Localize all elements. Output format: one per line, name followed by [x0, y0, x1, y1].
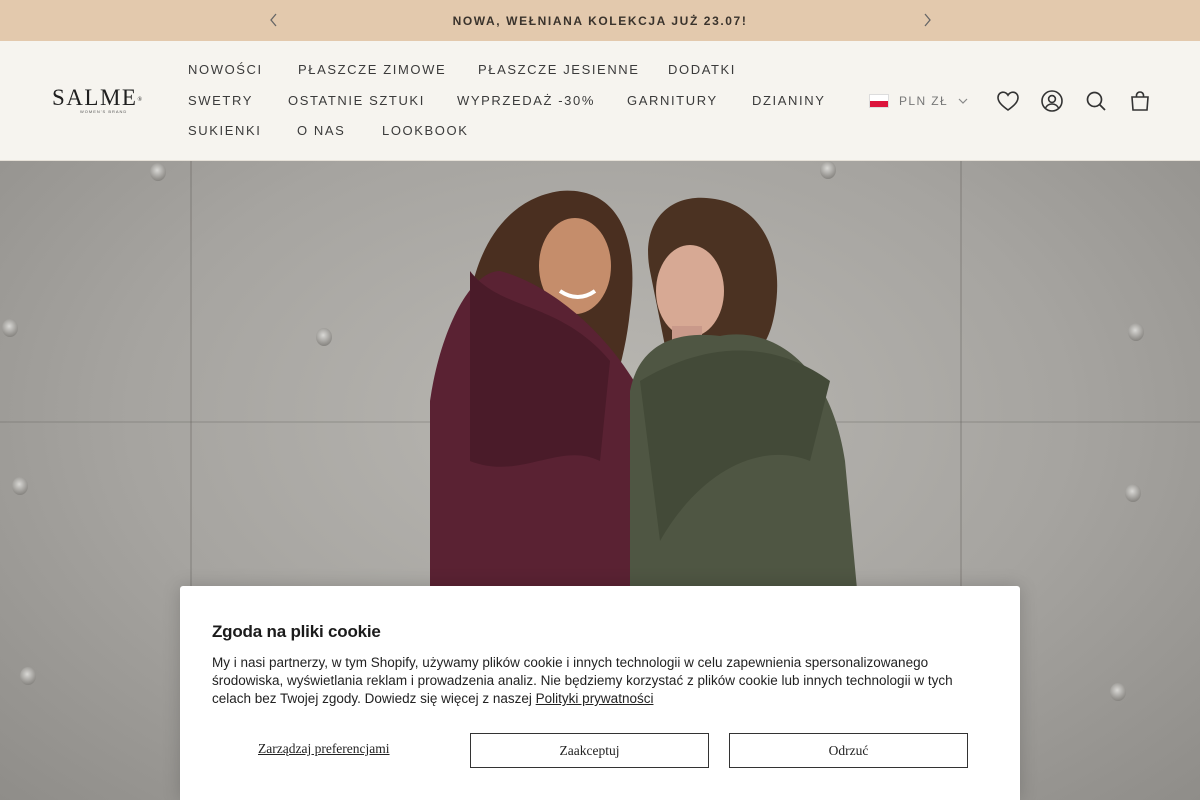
nav-item-lookbook[interactable]: LOOKBOOK [382, 123, 469, 139]
heart-icon [997, 91, 1019, 111]
account-icon [1041, 90, 1063, 112]
nav-item-swetry[interactable]: SWETRY [188, 93, 253, 109]
announcement-next-button[interactable] [917, 10, 937, 30]
announcement-text: NOWA, WEŁNIANA KOLEKCJA JUŻ 23.07! [452, 13, 748, 28]
nav-item-ostatnie-sztuki[interactable]: OSTATNIE SZTUKI [288, 93, 425, 109]
announcement-bar: NOWA, WEŁNIANA KOLEKCJA JUŻ 23.07! [0, 0, 1200, 41]
nav-item-garnitury[interactable]: GARNITURY [627, 93, 718, 109]
announcement-prev-button[interactable] [264, 10, 284, 30]
nav-item-plaszcze-jesienne[interactable]: PŁASZCZE JESIENNE [478, 62, 640, 78]
nav-item-sukienki[interactable]: SUKIENKI [188, 123, 261, 139]
site-header: SALME® WOMEN'S BRAND NOWOŚCI PŁASZCZE ZI… [0, 41, 1200, 161]
cart-button[interactable] [1127, 88, 1153, 114]
chevron-down-icon [958, 98, 968, 104]
nav-item-plaszcze-zimowe[interactable]: PŁASZCZE ZIMOWE [298, 62, 446, 78]
nav-item-wyprzedaz[interactable]: WYPRZEDAŻ -30% [457, 93, 595, 109]
accept-cookies-button[interactable]: Zaakceptuj [470, 733, 709, 768]
cookie-title: Zgoda na pliki cookie [212, 622, 381, 641]
manage-preferences-button[interactable]: Zarządzaj preferencjami [258, 741, 390, 757]
nav-item-nowosci[interactable]: NOWOŚCI [188, 62, 263, 78]
logo-wordmark: SALME [52, 85, 138, 110]
nav-item-dzianiny[interactable]: DZIANINY [752, 93, 825, 109]
cookie-consent-dialog: Zgoda na pliki cookie My i nasi partnerz… [180, 586, 1020, 800]
chevron-right-icon [924, 13, 931, 27]
account-button[interactable] [1039, 88, 1065, 114]
chevron-left-icon [270, 13, 277, 27]
wishlist-button[interactable] [995, 88, 1021, 114]
poland-flag-icon [869, 94, 889, 108]
privacy-policy-link[interactable]: Polityki prywatności [536, 691, 654, 706]
nav-item-o-nas[interactable]: O NAS [297, 123, 345, 139]
search-icon [1086, 91, 1106, 111]
nav-item-dodatki[interactable]: DODATKI [668, 62, 736, 78]
currency-selector[interactable]: PLN ZŁ [869, 92, 968, 110]
cookie-description: My i nasi partnerzy, w tym Shopify, używ… [212, 654, 992, 708]
currency-label: PLN ZŁ [899, 94, 949, 108]
reject-cookies-button[interactable]: Odrzuć [729, 733, 968, 768]
bag-icon [1131, 91, 1149, 111]
search-button[interactable] [1083, 88, 1109, 114]
brand-logo[interactable]: SALME® WOMEN'S BRAND [52, 85, 152, 117]
